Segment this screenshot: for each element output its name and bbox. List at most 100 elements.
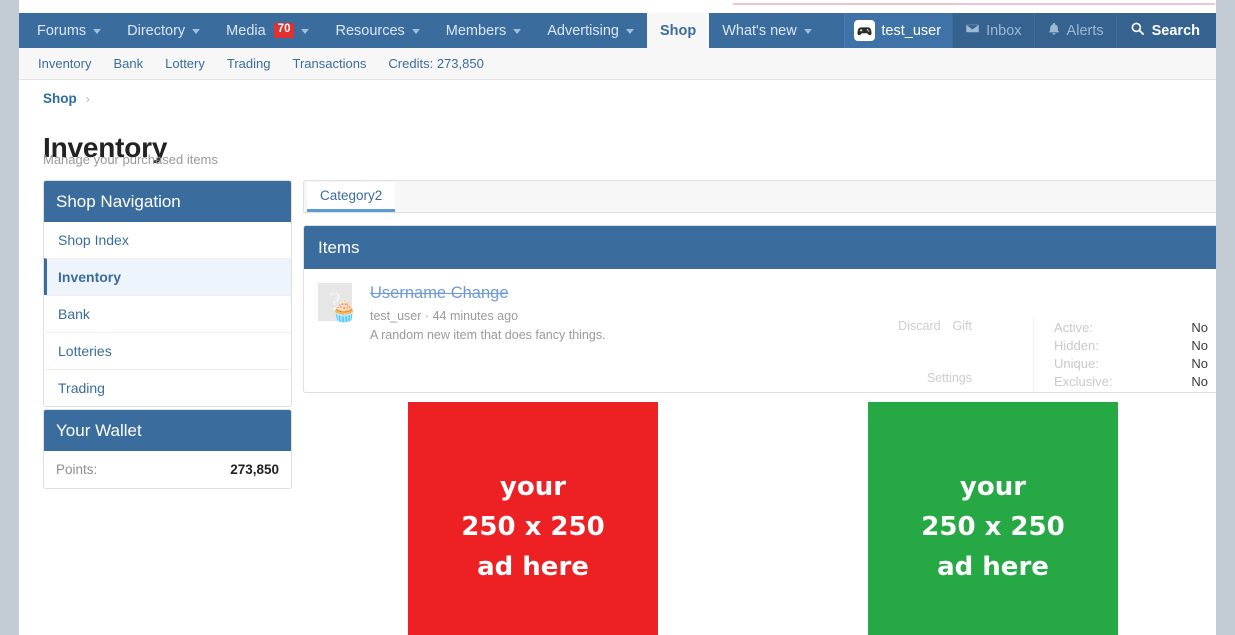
breadcrumb-separator-icon: › bbox=[85, 91, 90, 106]
nav-item-media[interactable]: Media 70 bbox=[213, 13, 322, 48]
property-key: Unique: bbox=[1054, 355, 1099, 371]
breadcrumb: Shop › bbox=[43, 91, 90, 106]
item-thumbnail[interactable]: ? 🧁 bbox=[318, 283, 362, 327]
chevron-down-icon[interactable] bbox=[411, 29, 420, 34]
ad-line-3: ad here bbox=[937, 552, 1049, 583]
page-subtitle: Manage your purchased items bbox=[43, 152, 218, 167]
alerts-button[interactable]: Alerts bbox=[1033, 13, 1116, 48]
item-actions-top: Discard Gift bbox=[842, 319, 972, 333]
items-panel: Items ? 🧁 Username Change test_user · 44… bbox=[303, 225, 1216, 393]
property-unique: Unique: No bbox=[1054, 354, 1208, 372]
property-key: Hidden: bbox=[1054, 337, 1099, 353]
shop-navigation-title: Shop Navigation bbox=[44, 181, 291, 222]
property-active: Active: No bbox=[1054, 318, 1208, 336]
sidebar-item-inventory[interactable]: Inventory bbox=[44, 258, 291, 295]
ad-banner-red[interactable]: your 250 x 250 ad here bbox=[408, 402, 658, 635]
shop-navigation-block: Shop Navigation Shop Index Inventory Ban… bbox=[43, 180, 292, 407]
nav-item-label: Shop bbox=[659, 22, 697, 39]
nav-item-label: Resources bbox=[335, 22, 405, 39]
property-value: No bbox=[1191, 337, 1208, 353]
inbox-label: Inbox bbox=[986, 22, 1022, 39]
ad-banner-green[interactable]: your 250 x 250 ad here bbox=[868, 402, 1118, 635]
media-count-badge: 70 bbox=[273, 23, 295, 38]
chevron-down-icon[interactable] bbox=[301, 29, 310, 34]
chevron-down-icon[interactable] bbox=[803, 29, 812, 34]
subnav-item-transactions[interactable]: Transactions bbox=[292, 56, 366, 71]
main-navigation: Forums Directory Media 70 Resources Memb… bbox=[19, 13, 1216, 48]
property-exclusive: Exclusive: No bbox=[1054, 372, 1208, 390]
item-properties: Active: No Hidden: No Unique: No Exclusi… bbox=[1033, 318, 1208, 393]
ad-line-2: 250 x 250 bbox=[461, 511, 605, 542]
search-icon bbox=[1130, 21, 1145, 40]
ad-line-1: your bbox=[959, 471, 1027, 502]
right-page-gutter bbox=[1216, 0, 1235, 635]
nav-item-label: Media bbox=[226, 22, 266, 39]
bell-icon bbox=[1047, 21, 1061, 40]
item-timestamp: 44 minutes ago bbox=[432, 309, 519, 323]
nav-item-label: Directory bbox=[127, 22, 186, 39]
chevron-down-icon[interactable] bbox=[192, 29, 201, 34]
item-meta-separator: · bbox=[424, 309, 430, 323]
property-key: Active: bbox=[1054, 319, 1094, 335]
nav-item-resources[interactable]: Resources bbox=[322, 13, 432, 48]
account-username: test_user bbox=[881, 22, 942, 39]
nav-right-group: test_user Inbox Alerts Search bbox=[844, 13, 1216, 48]
sidebar-item-shop-index[interactable]: Shop Index bbox=[44, 222, 291, 258]
nav-item-forums[interactable]: Forums bbox=[19, 13, 114, 48]
inbox-button[interactable]: Inbox bbox=[952, 13, 1034, 48]
wallet-block: Your Wallet Points: 273,850 bbox=[43, 409, 292, 489]
tab-category2[interactable]: Category2 bbox=[307, 182, 396, 212]
ad-line-2: 250 x 250 bbox=[921, 511, 1065, 542]
sidebar-item-trading[interactable]: Trading bbox=[44, 369, 291, 406]
nav-item-label: Forums bbox=[37, 22, 87, 39]
game-controller-icon bbox=[854, 20, 876, 41]
subnav-item-bank[interactable]: Bank bbox=[113, 56, 143, 71]
subnav-item-inventory[interactable]: Inventory bbox=[38, 56, 91, 71]
subnav-item-lottery[interactable]: Lottery bbox=[165, 56, 205, 71]
item-owner-link[interactable]: test_user bbox=[370, 309, 421, 323]
items-panel-title: Items bbox=[304, 226, 1216, 269]
sidebar-item-bank[interactable]: Bank bbox=[44, 295, 291, 332]
alerts-label: Alerts bbox=[1066, 22, 1104, 39]
item-title-link[interactable]: Username Change bbox=[370, 284, 509, 303]
nav-item-label: What's new bbox=[722, 22, 797, 39]
search-button[interactable]: Search bbox=[1115, 13, 1216, 48]
property-value: No bbox=[1191, 373, 1208, 389]
nav-item-shop[interactable]: Shop bbox=[646, 13, 710, 48]
property-key: Exclusive: bbox=[1054, 373, 1113, 389]
property-value: No bbox=[1191, 355, 1208, 371]
nav-item-label: Advertising bbox=[547, 22, 619, 39]
subnav-item-trading[interactable]: Trading bbox=[227, 56, 271, 71]
envelope-icon bbox=[965, 21, 980, 40]
account-menu-button[interactable]: test_user bbox=[844, 13, 953, 48]
gift-button[interactable]: Gift bbox=[953, 319, 972, 333]
cupcake-icon: 🧁 bbox=[331, 300, 358, 323]
inventory-item-row: ? 🧁 Username Change test_user · 44 minut… bbox=[304, 269, 1216, 392]
left-page-gutter bbox=[0, 0, 19, 635]
wallet-points-row: Points: 273,850 bbox=[44, 451, 291, 488]
ad-line-3: ad here bbox=[477, 552, 589, 583]
item-actions: Discard Gift Settings bbox=[842, 319, 972, 385]
property-value: No bbox=[1191, 319, 1208, 335]
chevron-down-icon[interactable] bbox=[513, 29, 522, 34]
nav-item-whats-new[interactable]: What's new bbox=[709, 13, 825, 48]
nav-item-members[interactable]: Members bbox=[433, 13, 534, 48]
category-tabstrip: Category2 bbox=[303, 180, 1216, 213]
chevron-down-icon[interactable] bbox=[625, 29, 634, 34]
search-label: Search bbox=[1151, 22, 1200, 39]
ad-line-1: your bbox=[499, 471, 567, 502]
nav-item-advertising[interactable]: Advertising bbox=[534, 13, 647, 48]
breadcrumb-item-shop[interactable]: Shop bbox=[43, 91, 77, 106]
notice-banner-remnant bbox=[733, 0, 1215, 5]
item-actions-bottom: Settings bbox=[842, 371, 972, 385]
page-container: Forums Directory Media 70 Resources Memb… bbox=[19, 0, 1216, 635]
property-expiry: Expiry: Never bbox=[1054, 390, 1208, 393]
sidebar-item-lotteries[interactable]: Lotteries bbox=[44, 332, 291, 369]
settings-button[interactable]: Settings bbox=[927, 371, 972, 385]
chevron-down-icon[interactable] bbox=[93, 29, 102, 34]
wallet-points-value: 273,850 bbox=[230, 462, 279, 477]
nav-item-directory[interactable]: Directory bbox=[114, 13, 213, 48]
discard-button[interactable]: Discard bbox=[898, 319, 940, 333]
credits-display: Credits: 273,850 bbox=[388, 56, 484, 71]
